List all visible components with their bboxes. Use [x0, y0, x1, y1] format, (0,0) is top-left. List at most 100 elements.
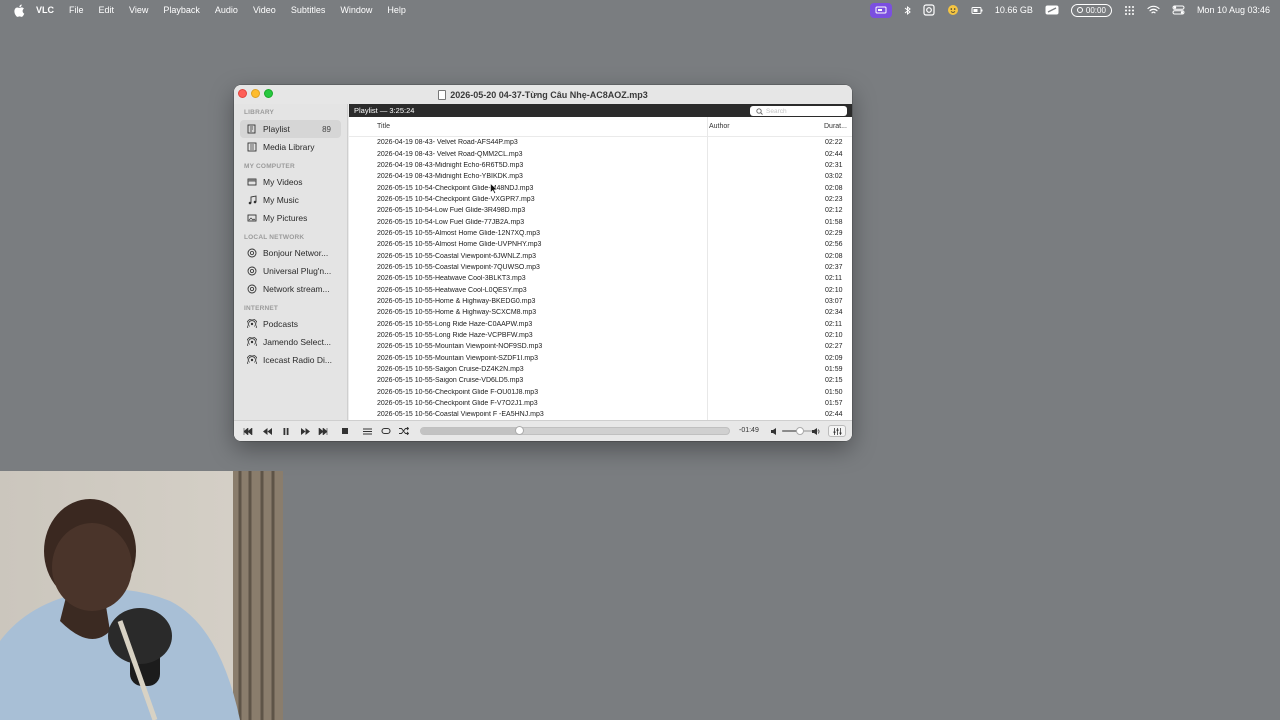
menu-audio[interactable]: Audio [215, 5, 238, 15]
screen-share-icon[interactable] [869, 2, 892, 18]
skip-forward-icon [318, 427, 328, 435]
next-track-button[interactable] [315, 425, 331, 437]
table-row[interactable]: 2026-05-15 10-55-Home & Highway-BKEDG0.m… [349, 295, 852, 308]
table-row[interactable]: 2026-04-19 08-43-Midnight Echo-YBIKDK.mp… [349, 171, 852, 183]
table-row[interactable]: 2026-05-15 10-54-Checkpoint Glide-VXGPR7… [349, 193, 852, 206]
table-row[interactable]: 2026-04-19 08-43- Velvet Road-AFS44P.mp3… [349, 137, 852, 149]
toggle-playlist-button[interactable] [359, 425, 375, 437]
menu-app-vlc[interactable]: VLC [36, 5, 54, 15]
title-bar[interactable]: 2026-05-20 04-37-Từng Câu Nhẹ-AC8AOZ.mp3 [234, 85, 852, 104]
table-row[interactable]: 2026-04-19 08-43-Midnight Echo-6R6T5D.mp… [349, 159, 852, 172]
recording-timer[interactable]: 00:00 [1070, 3, 1112, 17]
menu-window[interactable]: Window [340, 5, 372, 15]
column-header-title[interactable]: Title [349, 123, 707, 130]
maximize-button[interactable] [264, 89, 273, 98]
table-row[interactable]: 2026-05-15 10-55-Almost Home Glide-12N7X… [349, 227, 852, 240]
track-duration: 01:58 [825, 218, 843, 226]
track-title: 2026-04-19 08-43-Midnight Echo-6R6T5D.mp… [377, 161, 524, 169]
network-icon [246, 283, 258, 295]
table-row[interactable]: 2026-05-15 10-55-Almost Home Glide-UVPNH… [349, 239, 852, 251]
seek-bar-knob[interactable] [514, 426, 524, 435]
table-row[interactable]: 2026-05-15 10-55-Coastal Viewpoint-6JWNL… [349, 250, 852, 262]
volume-slider-knob[interactable] [796, 427, 804, 435]
control-center-icon[interactable] [1172, 5, 1185, 15]
videos-icon [246, 176, 258, 188]
fast-forward-button[interactable] [297, 425, 313, 437]
menu-file[interactable]: File [69, 5, 84, 15]
sidebar-item-bonjour[interactable]: Bonjour Networ... [234, 244, 347, 262]
bluetooth-icon[interactable] [904, 5, 911, 16]
menu-edit[interactable]: Edit [99, 5, 115, 15]
table-row[interactable]: 2026-05-15 10-55-Heatwave Cool-3BLKT3.mp… [349, 273, 852, 285]
grid-icon[interactable] [1124, 5, 1135, 16]
status-area: 10.66 GB 00:00 Mon 10 Aug 03:46 [869, 0, 1270, 20]
table-row[interactable]: 2026-05-15 10-56-Checkpoint Glide F-OU01… [349, 386, 852, 398]
storage-icon[interactable] [971, 6, 983, 15]
table-row[interactable]: 2026-05-15 10-54-Low Fuel Glide-3R498D.m… [349, 205, 852, 217]
table-row[interactable]: 2026-05-15 10-56-Coastal Viewpoint F -EA… [349, 409, 852, 421]
search-field[interactable] [750, 106, 847, 116]
screenshot-tool-icon[interactable] [1045, 5, 1059, 15]
sidebar-item-my-videos[interactable]: My Videos [234, 173, 347, 191]
volume-max-button[interactable] [810, 425, 822, 437]
volume-mute-button[interactable] [768, 425, 780, 437]
table-row[interactable]: 2026-05-15 10-55-Coastal Viewpoint-7QUWS… [349, 261, 852, 274]
shuffle-icon [399, 427, 409, 435]
pause-button[interactable] [278, 425, 294, 437]
menu-playback[interactable]: Playback [163, 5, 200, 15]
shuffle-button[interactable] [396, 425, 412, 437]
repeat-button[interactable] [378, 425, 394, 437]
table-row[interactable]: 2026-05-15 10-55-Long Ride Haze-C0AAPW.m… [349, 318, 852, 330]
table-row[interactable]: 2026-05-15 10-56-Checkpoint Glide F-V7O2… [349, 397, 852, 410]
menu-help[interactable]: Help [387, 5, 406, 15]
sidebar-item-podcasts[interactable]: Podcasts [234, 315, 347, 333]
close-button[interactable] [238, 89, 247, 98]
previous-track-button[interactable] [240, 425, 256, 437]
stop-button[interactable] [337, 425, 353, 437]
table-row[interactable]: 2026-05-15 10-54-Checkpoint Glide-M48NDJ… [349, 182, 852, 194]
podcast-icon [246, 336, 258, 348]
menu-view[interactable]: View [129, 5, 148, 15]
camera-app-icon[interactable] [923, 4, 935, 16]
sidebar-item-icecast[interactable]: Icecast Radio Di... [234, 351, 347, 369]
sidebar-item-jamendo[interactable]: Jamendo Select... [234, 333, 347, 351]
track-author [707, 284, 822, 296]
time-remaining[interactable]: -01:49 [739, 427, 759, 434]
track-title: 2026-05-15 10-55-Coastal Viewpoint-7QUWS… [377, 263, 540, 271]
column-header-duration[interactable]: Durat... [822, 123, 852, 130]
seek-bar[interactable] [420, 426, 730, 435]
table-row[interactable]: 2026-05-15 10-55-Saigon Cruise-VD6LD5.mp… [349, 375, 852, 387]
sidebar: LIBRARY Playlist 89 Media Library MY COM… [234, 104, 348, 420]
clock[interactable]: Mon 10 Aug 03:46 [1197, 5, 1270, 15]
sidebar-item-upnp[interactable]: Universal Plug'n... [234, 262, 347, 280]
column-header-author[interactable]: Author [707, 116, 822, 137]
minimize-button[interactable] [251, 89, 260, 98]
track-title: 2026-05-15 10-54-Low Fuel Glide-3R498D.m… [377, 207, 526, 215]
search-input[interactable] [766, 107, 846, 115]
equalizer-button[interactable] [828, 425, 846, 437]
playlist-count-badge: 89 [322, 124, 331, 134]
table-row[interactable]: 2026-05-15 10-55-Mountain Viewpoint-SZDF… [349, 352, 852, 364]
menu-video[interactable]: Video [253, 5, 276, 15]
track-title: 2026-04-19 08-43-Midnight Echo-YBIKDK.mp… [377, 173, 523, 181]
track-author [707, 227, 822, 240]
sidebar-item-media-library[interactable]: Media Library [234, 138, 347, 156]
sidebar-item-playlist[interactable]: Playlist 89 [240, 120, 341, 138]
table-row[interactable]: 2026-05-15 10-55-Mountain Viewpoint-NOF9… [349, 341, 852, 353]
apple-menu-icon[interactable] [12, 3, 26, 17]
table-row[interactable]: 2026-05-15 10-55-Home & Highway-SCXCM8.m… [349, 307, 852, 319]
wifi-icon[interactable] [1147, 5, 1160, 15]
emoji-app-icon[interactable] [947, 4, 959, 16]
table-row[interactable]: 2026-04-19 08-43- Velvet Road-QMM2CL.mp3… [349, 148, 852, 160]
table-row[interactable]: 2026-05-15 10-55-Heatwave Cool-L0QESY.mp… [349, 284, 852, 296]
playlist-icon [246, 123, 258, 135]
sidebar-item-network-stream[interactable]: Network stream... [234, 280, 347, 298]
track-title: 2026-05-15 10-56-Checkpoint Glide F-OU01… [377, 388, 539, 396]
sidebar-item-my-pictures[interactable]: My Pictures [234, 209, 347, 227]
rewind-button[interactable] [259, 425, 275, 437]
sidebar-item-my-music[interactable]: My Music [234, 191, 347, 209]
table-row[interactable]: 2026-05-15 10-54-Low Fuel Glide-77JB2A.m… [349, 216, 852, 228]
table-row[interactable]: 2026-05-15 10-55-Saigon Cruise-DZ4K2N.mp… [349, 363, 852, 376]
menu-subtitles[interactable]: Subtitles [291, 5, 326, 15]
table-row[interactable]: 2026-05-15 10-55-Long Ride Haze-VCPBFW.m… [349, 329, 852, 342]
